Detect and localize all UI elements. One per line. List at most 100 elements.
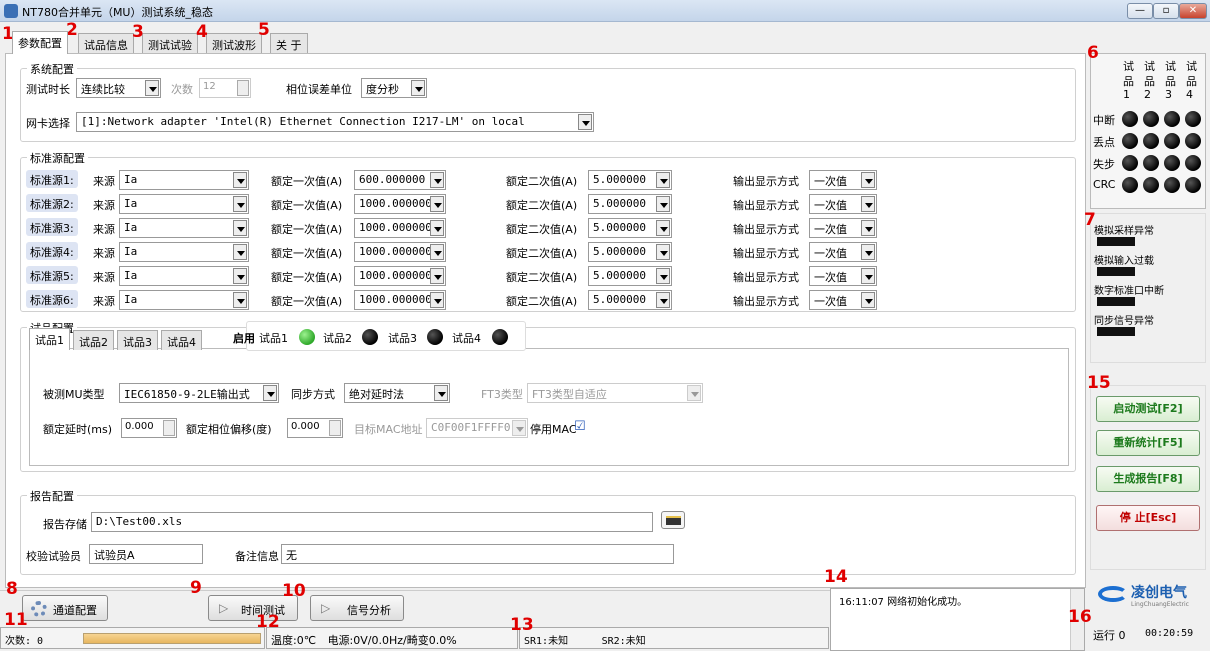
display-mode-value: 一次值 xyxy=(814,271,847,284)
tab-param-config[interactable]: 参数配置 xyxy=(12,31,68,54)
status-led-black-icon xyxy=(1185,177,1201,193)
secondary-value-select[interactable]: 5.000000 xyxy=(588,266,672,286)
secondary-value-select[interactable]: 5.000000 xyxy=(588,290,672,310)
marker-10: 10 xyxy=(282,581,306,601)
std-source-value: Ia xyxy=(124,293,138,306)
mac-disable-checkbox[interactable]: ☑ xyxy=(574,419,586,434)
primary-value-select[interactable]: 1000.000000 xyxy=(354,242,446,262)
primary-value-select[interactable]: 1000.000000 xyxy=(354,290,446,310)
report-store-input[interactable]: D:\Test00.xls xyxy=(91,512,653,532)
mu-type-label: 被测MU类型 xyxy=(43,388,105,401)
chevron-down-icon xyxy=(656,220,670,236)
recount-button[interactable]: 重新统计[F5] xyxy=(1096,430,1200,456)
enable-item-2[interactable]: 试品2 xyxy=(323,330,352,346)
sample-tab-1[interactable]: 试品1 xyxy=(29,328,70,350)
matrix-header-char: 试 xyxy=(1186,60,1197,73)
std-source-select[interactable]: Ia xyxy=(119,266,249,286)
matrix-header-char: 试 xyxy=(1144,60,1155,73)
log-line: 16:11:07 网络初始化成功。 xyxy=(839,597,968,608)
marker-8: 8 xyxy=(6,579,18,599)
phase-unit-select[interactable]: 度分秒 xyxy=(361,78,427,98)
tab-sample-info[interactable]: 试品信息 xyxy=(78,33,134,54)
log-area[interactable]: 16:11:07 网络初始化成功。 xyxy=(830,588,1085,651)
close-button[interactable]: ✕ xyxy=(1179,3,1207,19)
primary-value-select[interactable]: 1000.000000 xyxy=(354,218,446,238)
marker-6: 6 xyxy=(1087,43,1099,63)
sample-tab-4[interactable]: 试品4 xyxy=(161,330,202,350)
mu-type-select[interactable]: IEC61850-9-2LE输出式 xyxy=(119,383,279,403)
note-input[interactable]: 无 xyxy=(281,544,674,564)
status-led-black-icon xyxy=(1122,155,1138,171)
enable-item-4[interactable]: 试品4 xyxy=(452,330,481,346)
tab-waveform[interactable]: 测试波形 xyxy=(206,33,262,54)
tab-about[interactable]: 关 于 xyxy=(270,33,308,54)
tab-test[interactable]: 测试试验 xyxy=(142,33,198,54)
chevron-down-icon xyxy=(861,172,875,188)
primary-value-select[interactable]: 600.000000 xyxy=(354,170,446,190)
sync-select[interactable]: 绝对延时法 xyxy=(344,383,450,403)
std-source-select[interactable]: Ia xyxy=(119,194,249,214)
count-spinner[interactable]: 12 xyxy=(199,78,251,98)
std-source-select[interactable]: Ia xyxy=(119,242,249,262)
std-source-select[interactable]: Ia xyxy=(119,218,249,238)
marker-13: 13 xyxy=(510,615,534,635)
sample-tab-2[interactable]: 试品2 xyxy=(73,330,114,350)
display-mode-select[interactable]: 一次值 xyxy=(809,194,877,214)
alarm-label: 数字标准口中断 xyxy=(1094,286,1164,297)
nic-select[interactable]: [1]:Network adapter 'Intel(R) Ethernet C… xyxy=(76,112,594,132)
chevron-down-icon xyxy=(263,385,277,401)
chevron-down-icon xyxy=(861,220,875,236)
display-mode-select[interactable]: 一次值 xyxy=(809,218,877,238)
status-led-black-icon xyxy=(1143,177,1159,193)
enable-item-1[interactable]: 试品1 xyxy=(259,330,288,346)
stop-button[interactable]: 停 止[Esc] xyxy=(1096,505,1200,531)
duration-select[interactable]: 连续比较 xyxy=(76,78,161,98)
chevron-down-icon xyxy=(145,80,159,96)
sr1-text: SR1:未知 xyxy=(524,636,569,647)
secondary-value-select[interactable]: 5.000000 xyxy=(588,194,672,214)
display-mode-select[interactable]: 一次值 xyxy=(809,290,877,310)
phase-offset-spinner[interactable]: 0.000 xyxy=(287,418,343,438)
display-mode-select[interactable]: 一次值 xyxy=(809,266,877,286)
chevron-down-icon xyxy=(233,268,247,284)
std-source-select[interactable]: Ia xyxy=(119,170,249,190)
display-mode-select[interactable]: 一次值 xyxy=(809,242,877,262)
sample-tab-3[interactable]: 试品3 xyxy=(117,330,158,350)
ft3-select[interactable]: FT3类型自适应 xyxy=(527,383,703,403)
status-led-black-icon xyxy=(1122,177,1138,193)
status-env: 温度:0℃ 电源:0V/0.0Hz/畸变0.0% xyxy=(266,627,518,649)
operator-label: 校验试验员 xyxy=(26,550,81,563)
primary-value-select[interactable]: 1000.000000 xyxy=(354,266,446,286)
browse-button[interactable] xyxy=(661,511,685,529)
std-source-value: Ia xyxy=(124,197,138,210)
primary-value-select[interactable]: 1000.000000 xyxy=(354,194,446,214)
generate-report-button[interactable]: 生成报告[F8] xyxy=(1096,466,1200,492)
signal-analysis-button[interactable]: ▷ 信号分析 xyxy=(310,595,404,621)
chevron-down-icon xyxy=(411,80,425,96)
secondary-value-select[interactable]: 5.000000 xyxy=(588,242,672,262)
secondary-value-select[interactable]: 5.000000 xyxy=(588,218,672,238)
disp-label: 输出显示方式 xyxy=(733,223,799,236)
enable-item-3[interactable]: 试品3 xyxy=(388,330,417,346)
secondary-value: 5.000000 xyxy=(593,269,646,282)
maximize-button[interactable]: ▫ xyxy=(1153,3,1179,19)
operator-input[interactable]: 试验员A xyxy=(89,544,203,564)
src-label: 来源 xyxy=(93,295,115,308)
phase-offset-value: 0.000 xyxy=(291,421,320,432)
minimize-button[interactable]: — xyxy=(1127,3,1153,19)
secondary-value-select[interactable]: 5.000000 xyxy=(588,170,672,190)
mac-select[interactable]: C0F00F1FFFF0 xyxy=(426,418,528,438)
spin-arrows-icon xyxy=(329,420,341,436)
start-test-button[interactable]: 启动测试[F2] xyxy=(1096,396,1200,422)
channel-config-button[interactable]: 通道配置 xyxy=(22,595,108,621)
std-source-name: 标准源3: xyxy=(26,218,78,236)
mac-label: 目标MAC地址 xyxy=(354,423,423,436)
delay-label: 额定延时(ms) xyxy=(43,423,113,436)
report-config-label: 报告配置 xyxy=(27,488,77,504)
std-source-name: 标准源1: xyxy=(26,170,78,188)
std-source-select[interactable]: Ia xyxy=(119,290,249,310)
display-mode-select[interactable]: 一次值 xyxy=(809,170,877,190)
status-led-black-icon xyxy=(1185,155,1201,171)
marker-7: 7 xyxy=(1084,210,1096,230)
delay-spinner[interactable]: 0.000 xyxy=(121,418,177,438)
